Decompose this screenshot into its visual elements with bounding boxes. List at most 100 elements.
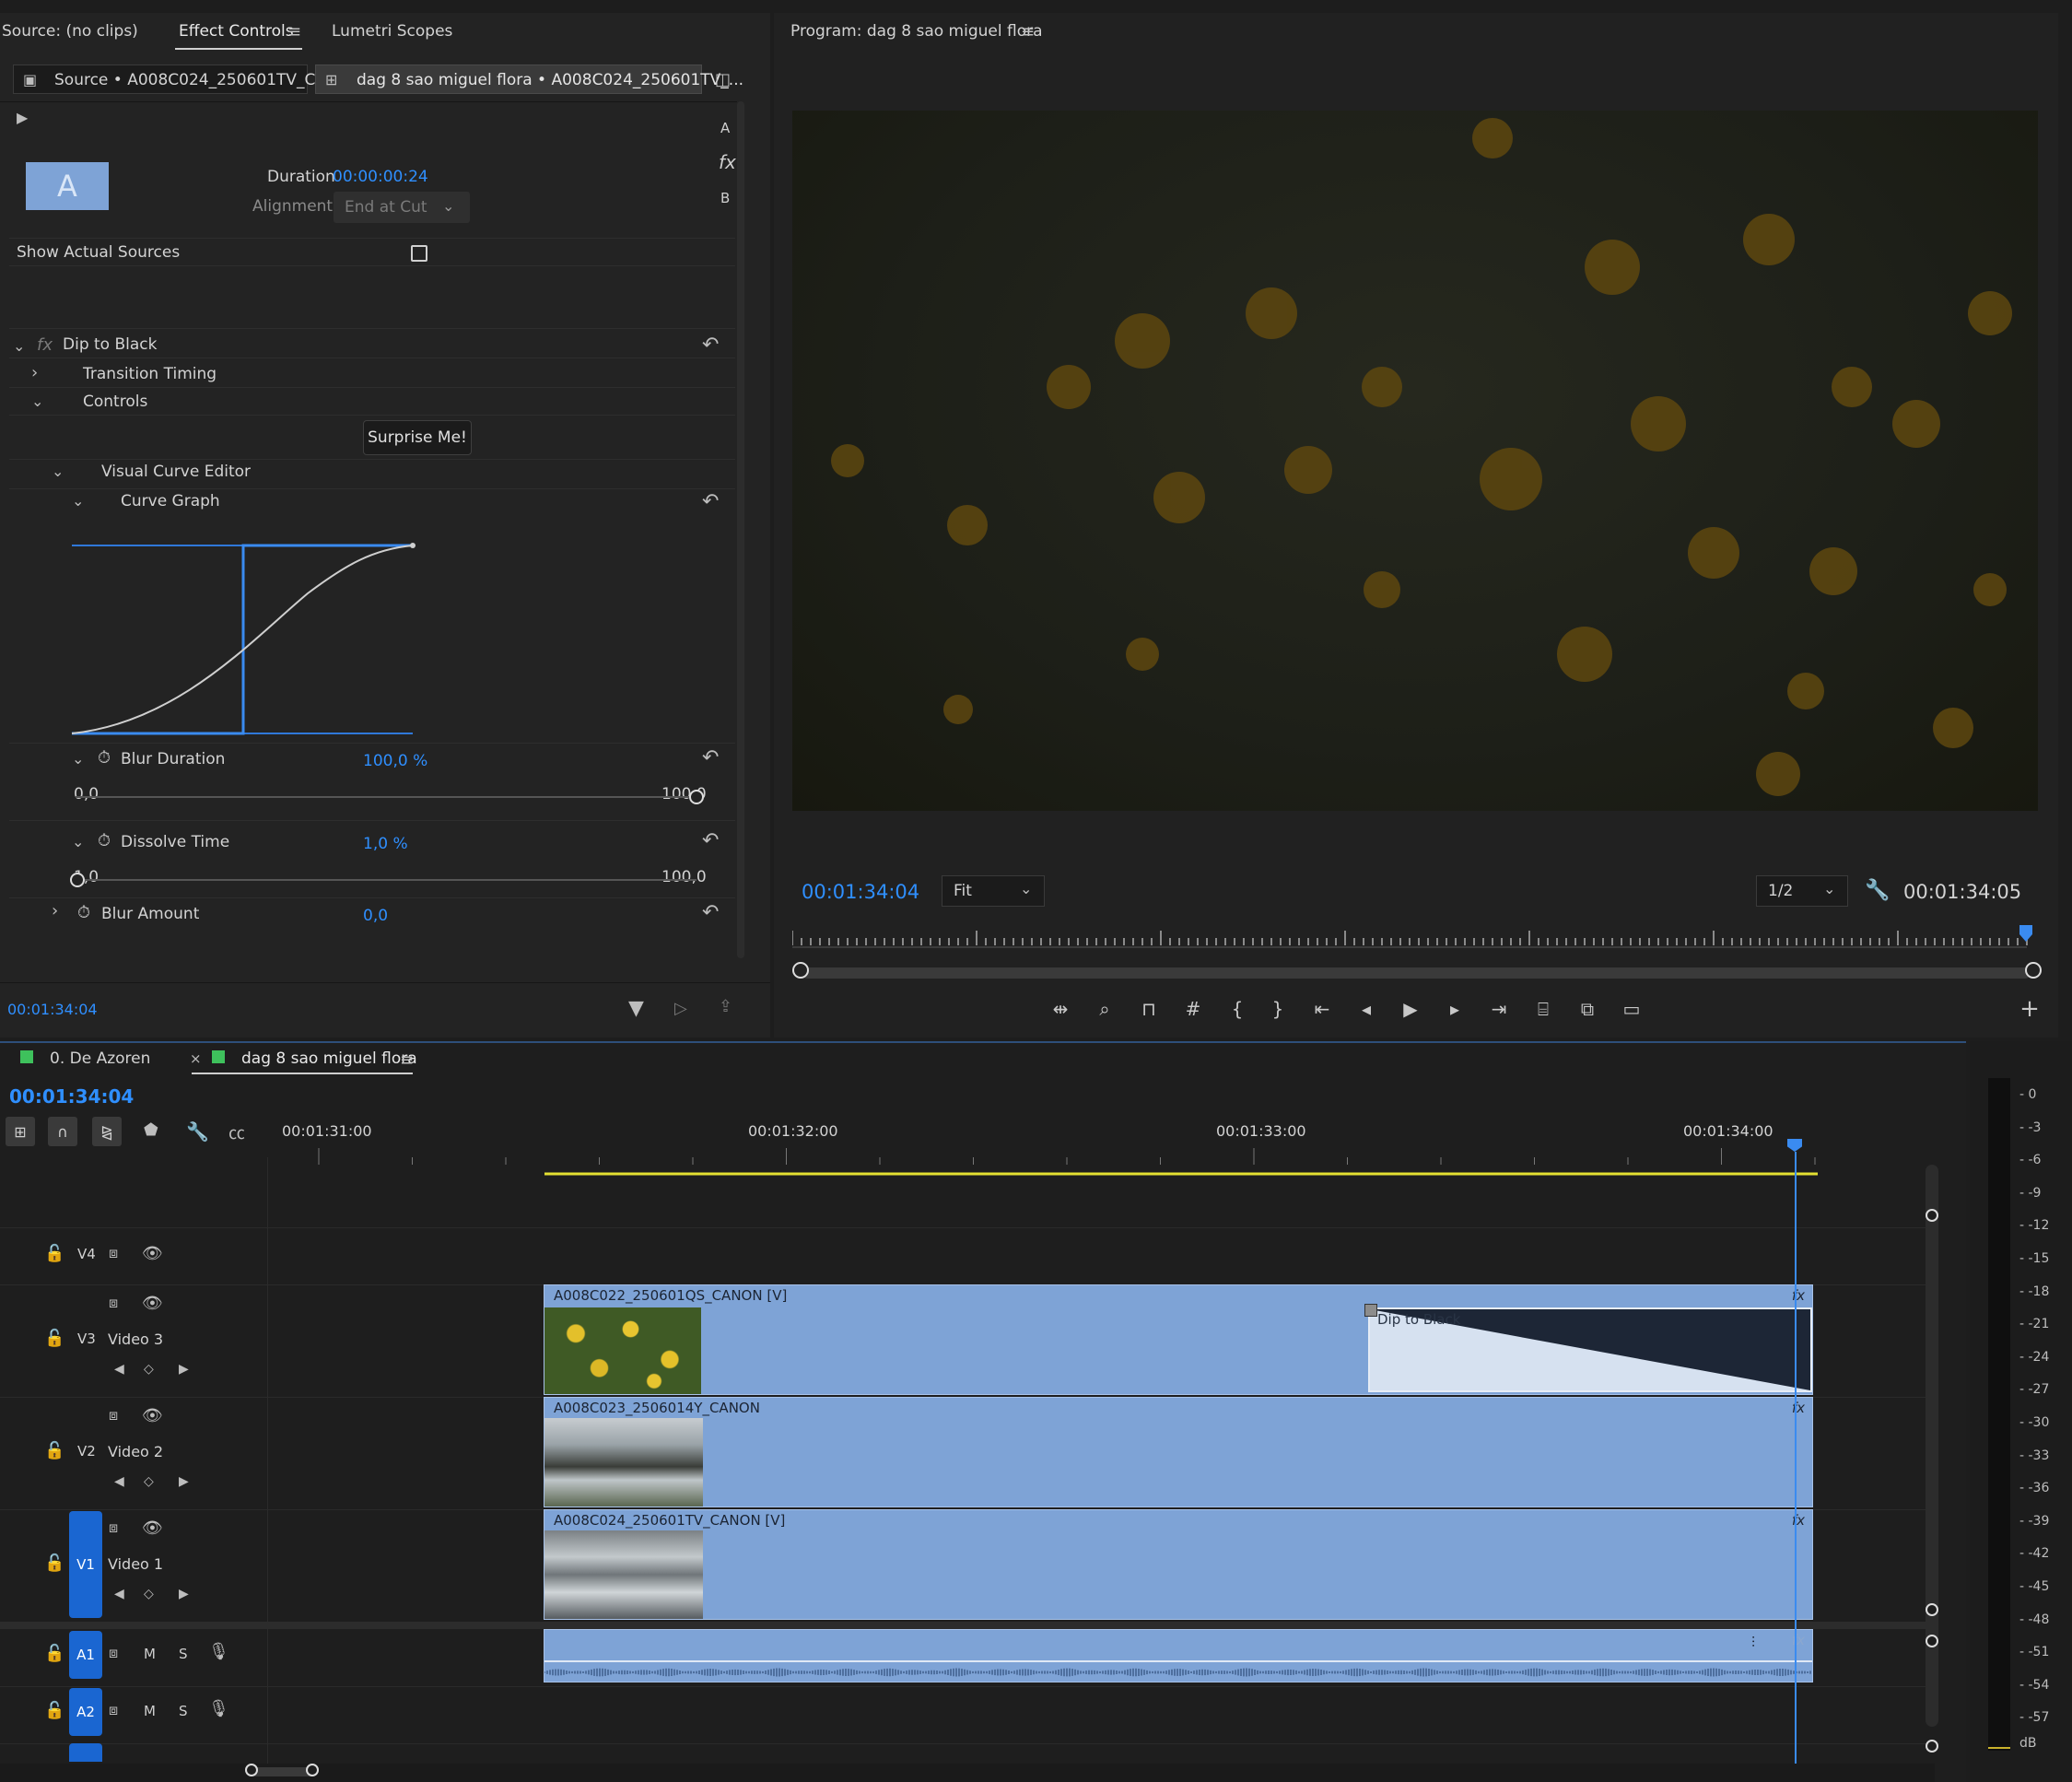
duration-value[interactable]: 00:00:00:24 bbox=[333, 168, 428, 186]
scroll-handle-bottom[interactable] bbox=[1926, 1603, 1938, 1616]
microphone-icon[interactable]: 🎙 bbox=[208, 1699, 229, 1718]
solo-button[interactable]: S bbox=[179, 1703, 188, 1719]
play-audio-icon[interactable]: ▷ bbox=[674, 999, 687, 1018]
prev-keyframe-icon[interactable]: ◀ bbox=[114, 1362, 124, 1377]
effect-controls-timecode[interactable]: 00:01:34:04 bbox=[7, 1001, 98, 1018]
add-button-icon[interactable]: + bbox=[2014, 993, 2045, 1025]
lock-icon[interactable]: 🔓 bbox=[44, 1644, 64, 1663]
safe-margins-icon[interactable]: ⊓ bbox=[1133, 993, 1165, 1025]
film-icon[interactable]: ⧈ bbox=[109, 1294, 118, 1312]
blur-amount-value[interactable]: 0,0 bbox=[363, 907, 388, 925]
collapse-effect-icon[interactable]: ⌄ bbox=[13, 337, 25, 355]
zoom-handle-right[interactable] bbox=[306, 1764, 319, 1776]
fx-icon[interactable]: fx bbox=[37, 335, 53, 355]
curve-graph[interactable] bbox=[68, 529, 418, 741]
reset-effect-icon[interactable]: ↶ bbox=[702, 334, 719, 357]
trim-edit-icon[interactable]: ⇹ bbox=[1045, 993, 1076, 1025]
vr-view-icon[interactable]: ▭ bbox=[1616, 993, 1647, 1025]
dissolve-time-slider-track[interactable] bbox=[76, 879, 697, 881]
collapse-visual-curve-icon[interactable]: ⌄ bbox=[52, 463, 64, 480]
reset-blur-duration-icon[interactable]: ↶ bbox=[702, 746, 719, 769]
eye-icon[interactable]: 👁 bbox=[142, 1518, 163, 1538]
zoom-bar-end-handle[interactable] bbox=[2025, 962, 2042, 979]
reset-dissolve-time-icon[interactable]: ↶ bbox=[702, 829, 719, 852]
lock-icon[interactable]: 🔓 bbox=[44, 1244, 64, 1263]
expand-blur-amount-icon[interactable]: › bbox=[52, 901, 58, 920]
go-to-in-icon[interactable]: ⇤ bbox=[1306, 993, 1338, 1025]
insert-overwrite-icon[interactable]: ⊞ bbox=[6, 1117, 35, 1146]
film-icon[interactable]: ⧈ bbox=[109, 1244, 118, 1262]
comparison-icon[interactable]: ⧉ bbox=[1572, 993, 1603, 1025]
program-video-frame[interactable] bbox=[792, 111, 2038, 811]
add-keyframe-icon[interactable]: ◇ bbox=[144, 1362, 154, 1377]
mute-button[interactable]: M bbox=[144, 1703, 156, 1719]
eye-icon[interactable]: 👁 bbox=[142, 1406, 163, 1425]
expand-transition-timing-icon[interactable]: › bbox=[31, 363, 38, 382]
next-keyframe-icon[interactable]: ▶ bbox=[179, 1587, 189, 1601]
track-v2-label[interactable]: V2 bbox=[77, 1443, 96, 1460]
stopwatch-icon[interactable]: ⏱ bbox=[98, 831, 111, 850]
solo-button[interactable]: S bbox=[179, 1646, 188, 1662]
fx-badge[interactable]: fx bbox=[1792, 1632, 1805, 1648]
reset-blur-amount-icon[interactable]: ↶ bbox=[702, 901, 719, 924]
mark-out-icon[interactable]: } bbox=[1262, 993, 1294, 1025]
fx-badge[interactable]: fx bbox=[1792, 1512, 1805, 1529]
show-actual-sources-checkbox[interactable] bbox=[411, 245, 427, 262]
tab-source[interactable]: Source: (no clips) bbox=[2, 22, 138, 41]
next-keyframe-icon[interactable]: ▶ bbox=[179, 1362, 189, 1377]
audio-scroll-handle-top[interactable] bbox=[1926, 1635, 1938, 1647]
track-v2-name[interactable]: Video 2 bbox=[108, 1443, 163, 1460]
blur-duration-slider-handle[interactable] bbox=[689, 790, 704, 804]
wrench-icon[interactable]: 🔧 bbox=[1865, 879, 1890, 902]
filter-icon[interactable]: ▼ bbox=[628, 997, 644, 1020]
add-marker-icon[interactable]: ⬟ bbox=[144, 1120, 158, 1140]
snap-magnet-icon[interactable]: ∩ bbox=[48, 1117, 77, 1146]
mark-in-icon[interactable]: { bbox=[1222, 993, 1253, 1025]
collapse-dissolve-time-icon[interactable]: ⌄ bbox=[72, 833, 84, 850]
play-transition-icon[interactable]: ▶ bbox=[17, 109, 28, 126]
add-keyframe-icon[interactable]: ◇ bbox=[144, 1587, 154, 1601]
panel-toggle-icon[interactable]: ◫ bbox=[715, 70, 731, 89]
dissolve-time-slider-handle[interactable] bbox=[70, 873, 85, 887]
lock-icon[interactable]: 🔓 bbox=[44, 1329, 64, 1348]
program-zoom-bar[interactable] bbox=[802, 967, 2031, 979]
audio-scroll-handle-bottom[interactable] bbox=[1926, 1740, 1938, 1753]
collapse-controls-icon[interactable]: ⌄ bbox=[31, 393, 43, 410]
lock-icon[interactable]: 🔓 bbox=[44, 1441, 64, 1460]
collapse-blur-duration-icon[interactable]: ⌄ bbox=[72, 750, 84, 768]
zoom-handle-left[interactable] bbox=[245, 1764, 258, 1776]
audio-gain-icon[interactable]: ⫶ bbox=[1751, 1634, 1755, 1652]
dissolve-time-value[interactable]: 1,0 % bbox=[363, 835, 408, 853]
tab-effect-controls[interactable]: Effect Controls bbox=[179, 22, 294, 41]
film-icon[interactable]: ⧈ bbox=[109, 1644, 118, 1662]
go-to-out-icon[interactable]: ⇥ bbox=[1483, 993, 1515, 1025]
timeline-menu-icon[interactable]: ≡ bbox=[400, 1050, 414, 1070]
effect-controls-scrollbar[interactable] bbox=[737, 101, 744, 958]
sequence-clip-tab[interactable]: ⊞ dag 8 sao miguel flora • A008C024_2506… bbox=[315, 64, 743, 94]
step-back-icon[interactable]: ◂ bbox=[1351, 993, 1382, 1025]
clip-v2[interactable]: A008C023_2506014Y_CANON fx bbox=[544, 1397, 1813, 1507]
source-clip-tab[interactable]: ▣ Source • A008C024_250601TV_C... bbox=[13, 64, 331, 94]
program-title[interactable]: Program: dag 8 sao miguel flora bbox=[790, 22, 1043, 41]
track-v1-source-patch[interactable]: V1 bbox=[69, 1511, 102, 1618]
program-menu-icon[interactable]: ≡ bbox=[1021, 22, 1035, 41]
clip-v3[interactable]: A008C022_250601QS_CANON [V] fx Dip to Bl… bbox=[544, 1284, 1813, 1395]
track-a2-source-patch[interactable]: A2 bbox=[69, 1688, 102, 1736]
track-v4-label[interactable]: V4 bbox=[77, 1246, 96, 1262]
microphone-icon[interactable]: 🎙 bbox=[208, 1642, 229, 1661]
linked-selection-icon[interactable]: ⧎ bbox=[92, 1117, 122, 1146]
track-v1-name[interactable]: Video 1 bbox=[108, 1555, 163, 1573]
mute-button[interactable]: M bbox=[144, 1646, 156, 1662]
track-v3-name[interactable]: Video 3 bbox=[108, 1331, 163, 1348]
timeline-playhead[interactable] bbox=[1795, 1152, 1797, 1778]
collapse-curve-graph-icon[interactable]: ⌄ bbox=[72, 492, 84, 510]
track-a3-source-patch[interactable] bbox=[69, 1743, 102, 1762]
step-forward-icon[interactable]: ▸ bbox=[1439, 993, 1470, 1025]
export-icon[interactable]: ⇪ bbox=[719, 997, 732, 1016]
prev-keyframe-icon[interactable]: ◀ bbox=[114, 1587, 124, 1601]
timeline-settings-wrench-icon[interactable]: 🔧 bbox=[186, 1120, 209, 1143]
resolution-dropdown[interactable]: 1/2 ⌄ bbox=[1756, 875, 1848, 907]
clip-a1[interactable]: ⫶ fx bbox=[544, 1629, 1813, 1682]
dip-to-black-transition[interactable]: Dip to Black bbox=[1364, 1304, 1812, 1392]
blur-duration-slider-track[interactable] bbox=[76, 796, 697, 798]
